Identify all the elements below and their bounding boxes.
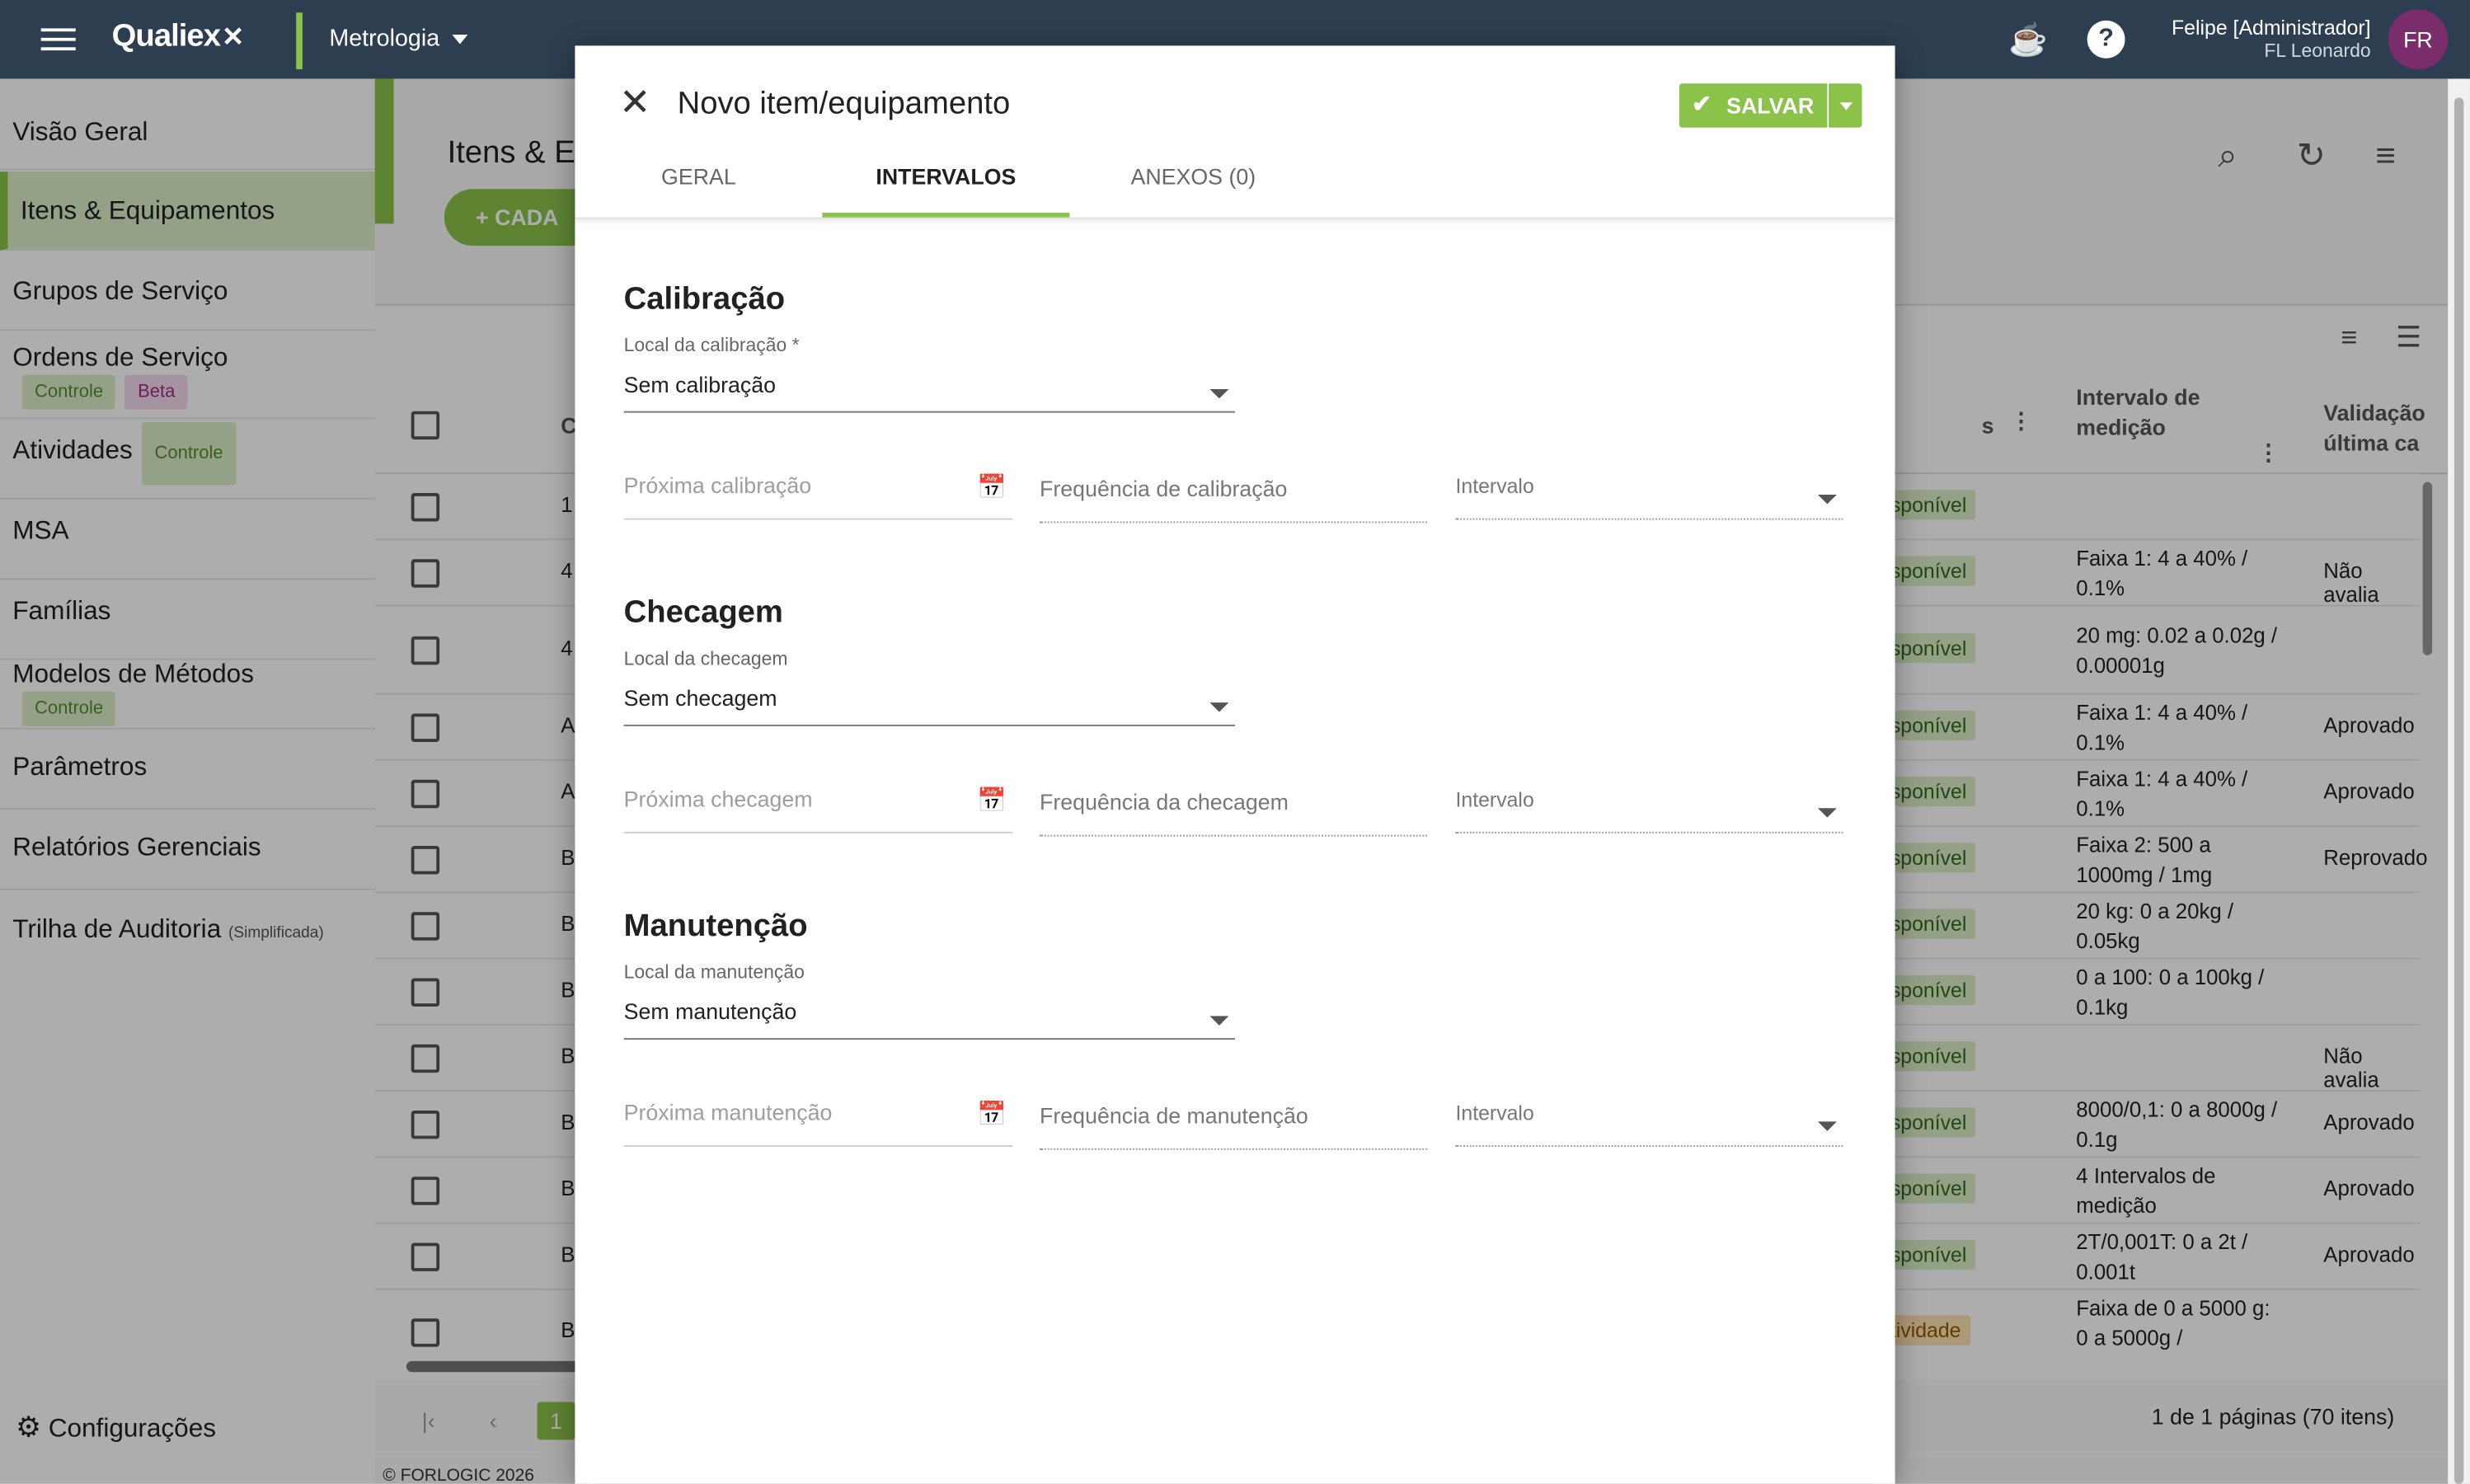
chevron-down-icon bbox=[1817, 1121, 1837, 1131]
header-divider bbox=[296, 12, 303, 70]
calibration-interval-select[interactable]: Intervalo bbox=[1455, 472, 1843, 520]
check-location-select[interactable]: Sem checagem bbox=[623, 685, 1235, 726]
calibration-frequency-field[interactable]: Frequência de calibração bbox=[1040, 476, 1428, 524]
maintenance-location-select[interactable]: Sem manutenção bbox=[623, 998, 1235, 1040]
tab-general[interactable]: GERAL bbox=[575, 164, 822, 190]
coffee-icon[interactable]: ☕ bbox=[2008, 21, 2048, 59]
dialog-tabs: GERAL INTERVALOS ANEXOS (0) bbox=[575, 147, 1895, 219]
calibration-location-label: Local da calibração * bbox=[623, 334, 800, 356]
menu-icon[interactable] bbox=[40, 22, 76, 57]
page-scrollbar[interactable] bbox=[2448, 78, 2470, 1484]
next-maintenance-date[interactable]: Próxima manutenção 📅 bbox=[623, 1100, 1013, 1147]
close-icon[interactable]: ✕ bbox=[619, 84, 650, 122]
save-options-button[interactable] bbox=[1829, 83, 1862, 128]
check-location-label: Local da checagem bbox=[623, 647, 788, 670]
help-icon[interactable]: ? bbox=[2087, 20, 2125, 59]
save-button[interactable]: ✔ SALVAR bbox=[1679, 83, 1828, 128]
calendar-icon[interactable]: 📅 bbox=[977, 1100, 1007, 1128]
tab-attachments[interactable]: ANEXOS (0) bbox=[1069, 164, 1317, 190]
chevron-down-icon bbox=[1209, 702, 1229, 712]
maintenance-frequency-field[interactable]: Frequência de manutenção bbox=[1040, 1102, 1428, 1150]
active-tab-indicator bbox=[822, 212, 1070, 218]
tab-intervals[interactable]: INTERVALOS bbox=[822, 164, 1069, 190]
check-interval-select[interactable]: Intervalo bbox=[1455, 786, 1843, 834]
maintenance-interval-select[interactable]: Intervalo bbox=[1455, 1100, 1843, 1147]
calendar-icon[interactable]: 📅 bbox=[977, 472, 1007, 500]
chevron-down-icon bbox=[1817, 808, 1837, 818]
user-name: Felipe [Administrador] bbox=[2171, 16, 2371, 40]
avatar[interactable]: FR bbox=[2388, 9, 2449, 70]
calibration-location-select[interactable]: Sem calibração bbox=[623, 372, 1235, 413]
chevron-down-icon bbox=[1209, 1016, 1229, 1026]
user-info[interactable]: Felipe [Administrador] FL Leonardo bbox=[2172, 16, 2371, 63]
module-selector[interactable]: Metrologia bbox=[329, 26, 468, 52]
app-root: Qualiex ✕ Metrologia ☕ ? Felipe [Administ… bbox=[0, 0, 2470, 1484]
new-item-dialog: ✕ Novo item/equipamento ✔ SALVAR GERAL IN… bbox=[575, 45, 1895, 1484]
section-maintenance-title: Manutenção bbox=[623, 909, 808, 944]
check-icon: ✔ bbox=[1692, 91, 1712, 119]
check-frequency-field[interactable]: Frequência da checagem bbox=[1040, 789, 1428, 837]
app-logo[interactable]: Qualiex ✕ bbox=[112, 19, 245, 55]
section-calibration-title: Calibração bbox=[623, 282, 786, 317]
next-calibration-date[interactable]: Próxima calibração 📅 bbox=[623, 472, 1013, 520]
user-company: FL Leonardo bbox=[2264, 39, 2371, 62]
chevron-down-icon bbox=[1817, 494, 1837, 505]
calendar-icon[interactable]: 📅 bbox=[977, 786, 1007, 814]
section-check-title: Checagem bbox=[623, 595, 783, 631]
chevron-down-icon bbox=[1209, 388, 1229, 399]
next-check-date[interactable]: Próxima checagem 📅 bbox=[623, 786, 1013, 834]
maintenance-location-label: Local da manutenção bbox=[623, 960, 805, 984]
dialog-title: Novo item/equipamento bbox=[677, 87, 1011, 122]
